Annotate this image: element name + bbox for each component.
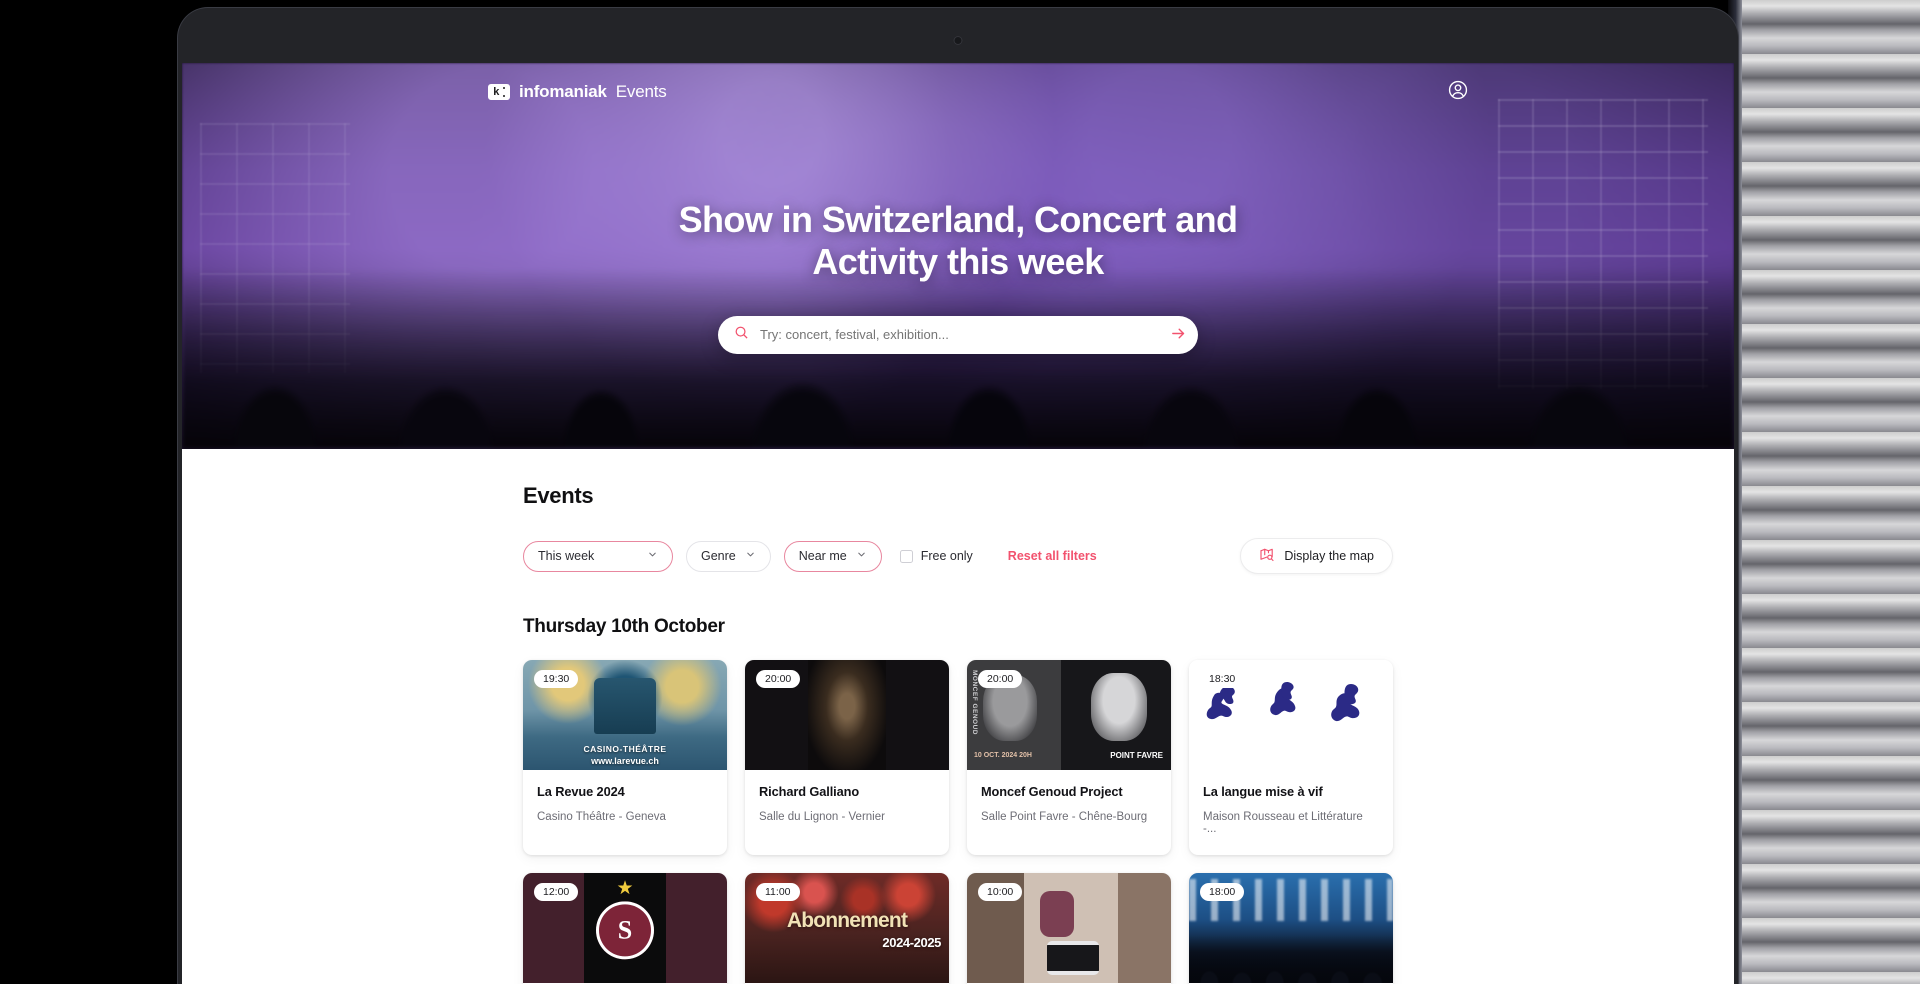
reset-all-filters-link[interactable]: Reset all filters	[1008, 549, 1097, 563]
artwork-musician	[808, 660, 886, 770]
event-card[interactable]: ★ S 12:00 Cotisation 2024-2025 // FE12-F…	[523, 873, 727, 984]
event-card[interactable]: MONCEF GENOUD 10 OCT. 2024 20H POINT FAV…	[967, 660, 1171, 856]
artwork-caption: Abonnement	[786, 909, 908, 933]
event-card-image: 18:00	[1189, 873, 1393, 984]
event-card-body: La langue mise à vif Maison Rousseau et …	[1189, 770, 1393, 855]
day-heading: Thursday 10th October	[523, 616, 725, 637]
account-circle-icon[interactable]	[1447, 79, 1469, 106]
artwork-caption: POINT FAVRE	[1110, 750, 1163, 760]
event-card[interactable]: 10:00 Allegro-Presto : Jeudi : Carouge	[967, 873, 1171, 984]
event-location: Maison Rousseau et Littérature -...	[1203, 811, 1363, 836]
chevron-down-icon	[647, 549, 658, 563]
screenshot-stage: k infomaniak Events Show in Switzerland,…	[0, 0, 1920, 984]
search-submit-button[interactable]	[1164, 321, 1192, 349]
event-title: Richard Galliano	[759, 784, 860, 799]
event-location: Casino Théâtre - Geneva	[537, 811, 666, 824]
chevron-down-icon	[856, 549, 867, 563]
brand-subname: Events	[615, 82, 667, 101]
event-time-badge: 10:00	[978, 883, 1023, 902]
artwork-subcaption: www.larevue.ch	[591, 756, 659, 766]
brand-name: infomaniak	[519, 82, 607, 101]
search-input[interactable]	[760, 327, 1164, 343]
filter-date-dropdown[interactable]: This week	[523, 540, 673, 572]
event-card-body: La Revue 2024 Casino Théâtre - Geneva	[523, 770, 727, 843]
hero-title: Show in Switzerland, Concert and Activit…	[678, 199, 1238, 283]
hero-content: Show in Switzerland, Concert and Activit…	[182, 121, 1734, 354]
device-frame: k infomaniak Events Show in Switzerland,…	[178, 8, 1738, 984]
event-card-image: ★ S 12:00	[523, 873, 727, 984]
main-content: Events This week Genre Near me Free only…	[182, 449, 1734, 984]
artwork-star-icon: ★	[616, 878, 634, 900]
event-card[interactable]: 18:00 Up Team Event - Comment automatise…	[1189, 873, 1393, 984]
filter-genre-label: Genre	[701, 549, 736, 563]
event-time-badge: 20:00	[756, 670, 801, 688]
search-bar[interactable]	[718, 315, 1198, 354]
display-map-button[interactable]: Display the map	[1240, 538, 1393, 574]
filter-date-label: This week	[538, 549, 595, 563]
artwork-subcaption: 2024-2025	[882, 935, 941, 951]
artwork-child	[1039, 890, 1074, 937]
arrow-right-icon	[1170, 325, 1187, 345]
event-title: La Revue 2024	[537, 784, 625, 799]
ticket-icon: k	[488, 84, 510, 100]
event-card[interactable]: Abonnement 2024-2025 11:00 Abonnement 24…	[745, 873, 949, 984]
webcam	[953, 36, 963, 45]
filter-near-me-label: Near me	[798, 549, 847, 563]
chevron-down-icon	[745, 549, 756, 563]
event-time-badge: 18:30	[1200, 670, 1245, 688]
event-location: Salle Point Favre - Chêne-Bourg	[981, 811, 1148, 824]
filter-bar: This week Genre Near me Free only Reset …	[523, 538, 1393, 574]
event-card-image: 10:00	[967, 873, 1171, 984]
display-map-label: Display the map	[1284, 549, 1374, 563]
map-search-icon	[1259, 547, 1275, 566]
filter-near-me-dropdown[interactable]: Near me	[783, 540, 882, 572]
artwork-audience	[1189, 935, 1393, 984]
artwork-face-right	[1090, 673, 1147, 742]
artwork-subcaption: 10 OCT. 2024 20H	[974, 751, 1032, 759]
free-only-filter[interactable]: Free only	[899, 549, 973, 563]
event-card-image: MONCEF GENOUD 10 OCT. 2024 20H POINT FAV…	[967, 660, 1171, 770]
artwork-drum	[1047, 941, 1100, 976]
event-card[interactable]: CASINO-THÉÂTRE www.larevue.ch 19:30 La R…	[523, 660, 727, 856]
event-location: Salle du Lignon - Vernier	[759, 811, 885, 824]
artwork-crest: S	[596, 901, 654, 960]
event-title: La langue mise à vif	[1203, 784, 1323, 799]
event-card-body: Richard Galliano Salle du Lignon - Verni…	[745, 770, 949, 843]
background-stripes	[1740, 0, 1920, 984]
artwork-ship	[594, 678, 656, 734]
top-navigation-bar: k infomaniak Events	[182, 63, 1734, 121]
event-time-badge: 12:00	[534, 883, 579, 902]
page-title: Events	[523, 483, 594, 508]
filter-genre-dropdown[interactable]: Genre	[686, 540, 771, 572]
search-icon	[734, 325, 749, 345]
event-time-badge: 18:00	[1200, 883, 1245, 902]
event-card[interactable]: 20:00 Richard Galliano Salle du Lignon -…	[745, 660, 949, 856]
event-time-badge: 11:00	[756, 883, 800, 902]
hero-section: k infomaniak Events Show in Switzerland,…	[182, 63, 1734, 449]
event-card-image: 20:00	[745, 660, 949, 770]
event-card-image: CASINO-THÉÂTRE www.larevue.ch 19:30	[523, 660, 727, 770]
event-card-image: 18:30	[1189, 660, 1393, 770]
events-grid: CASINO-THÉÂTRE www.larevue.ch 19:30 La R…	[523, 660, 1393, 984]
artwork-caption: CASINO-THÉÂTRE	[583, 744, 667, 754]
browser-screen: k infomaniak Events Show in Switzerland,…	[182, 63, 1734, 984]
brand-logo-link[interactable]: k infomaniak Events	[488, 82, 667, 102]
event-title: Moncef Genoud Project	[981, 784, 1123, 799]
event-card-body: Moncef Genoud Project Salle Point Favre …	[967, 770, 1171, 843]
event-time-badge: 20:00	[978, 670, 1023, 688]
content-container: Events This week Genre Near me Free only…	[523, 483, 1393, 984]
event-card[interactable]: 18:30 La langue mise à vif Maison Rousse…	[1189, 660, 1393, 856]
event-card-image: Abonnement 2024-2025 11:00	[745, 873, 949, 984]
free-only-label: Free only	[920, 549, 973, 563]
ticket-icon-letter: k	[493, 86, 500, 98]
artwork-vertical-text: MONCEF GENOUD	[971, 670, 978, 735]
event-time-badge: 19:30	[534, 670, 579, 688]
free-only-checkbox[interactable]	[899, 549, 913, 563]
